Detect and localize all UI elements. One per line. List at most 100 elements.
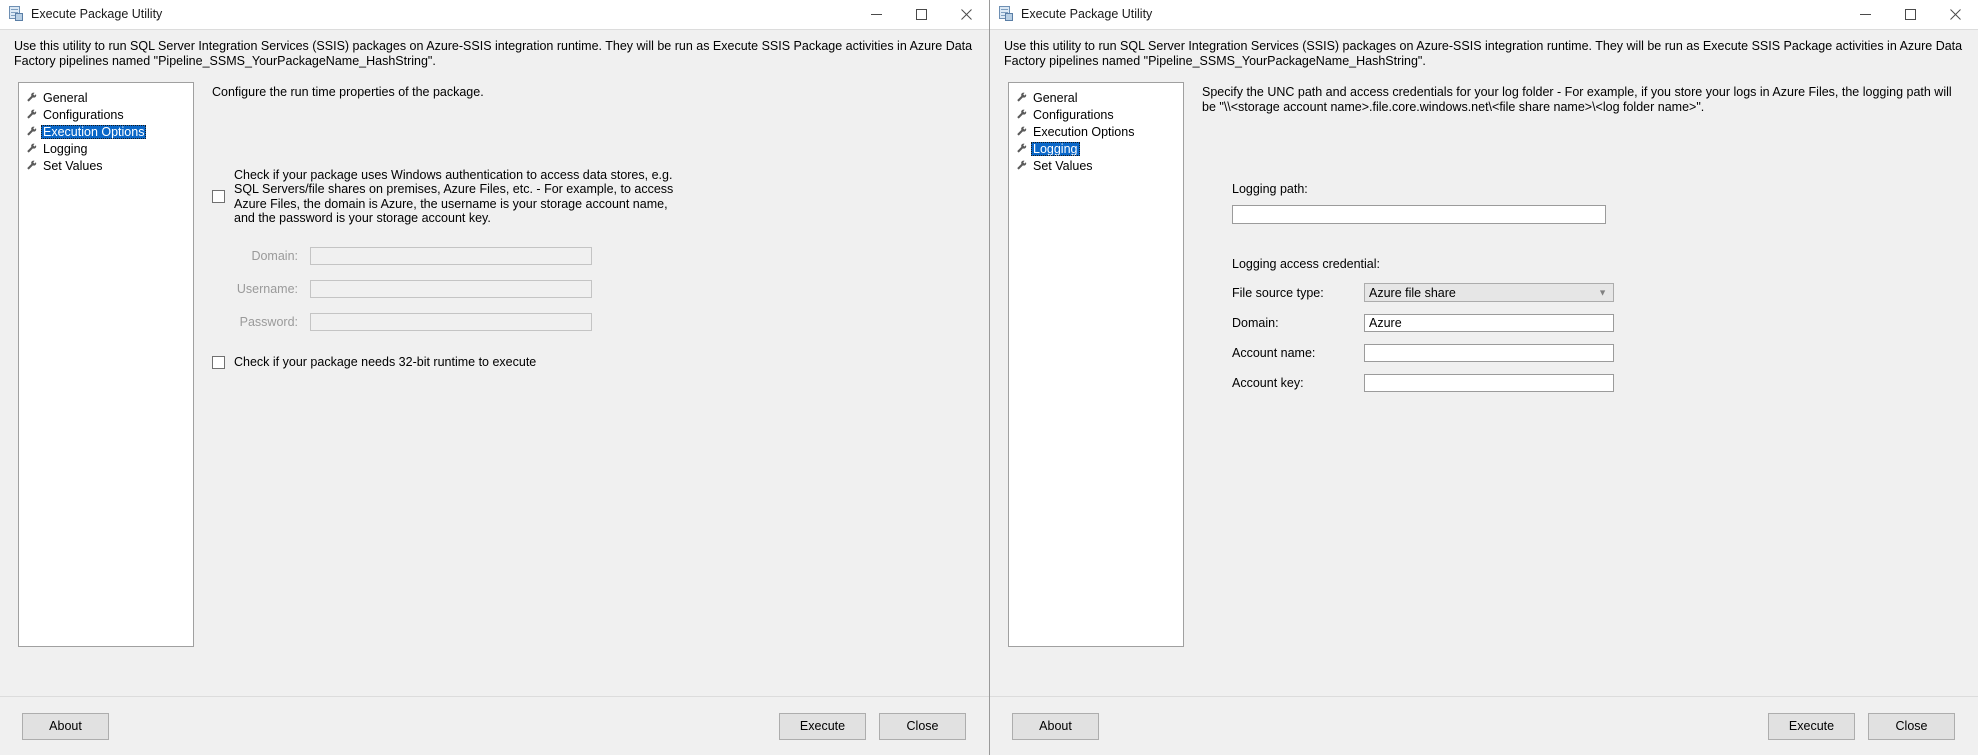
cred-row-account-name: Account name: (1202, 343, 1962, 362)
password-label: Password: (239, 315, 298, 330)
cred-row-domain: Domain: (1202, 313, 1962, 332)
wrench-icon (1015, 108, 1028, 121)
tree-item-logging[interactable]: Logging (19, 140, 193, 157)
account-key-label: Account key: (1232, 375, 1304, 390)
wrench-icon (1015, 91, 1028, 104)
window-execute-package-utility-right: Execute Package Utility Use this utility… (990, 0, 1978, 755)
close-icon[interactable] (1933, 0, 1978, 28)
panes-left: General Configurations Execution Options (18, 82, 989, 647)
tree-item-label: Execution Options (1033, 124, 1135, 139)
tree-item-set-values[interactable]: Set Values (1009, 157, 1183, 174)
domain-input[interactable] (310, 247, 592, 266)
maximize-icon[interactable] (899, 0, 944, 28)
tree-item-label: Set Values (43, 158, 103, 173)
account-name-label: Account name: (1232, 345, 1316, 360)
tree-item-label: Configurations (1033, 107, 1114, 122)
logging-credential-fields: File source type: Azure file share ▼ Dom… (1202, 283, 1962, 392)
footer-right: About Execute Close (990, 696, 1978, 755)
screen: Execute Package Utility Use this utility… (0, 0, 1978, 755)
wrench-icon (1015, 125, 1028, 138)
file-source-type-select[interactable]: Azure file share ▼ (1364, 283, 1614, 302)
wrench-icon (1015, 159, 1028, 172)
domain-input[interactable] (1364, 313, 1614, 332)
field-row-username: Username: (212, 280, 973, 299)
caption-buttons-right (1843, 0, 1978, 28)
window-title: Execute Package Utility (1021, 7, 1153, 21)
account-key-input[interactable] (1364, 373, 1614, 392)
tree-item-general[interactable]: General (19, 89, 193, 106)
window-execute-package-utility-left: Execute Package Utility Use this utility… (0, 0, 990, 755)
domain-label: Domain: (1232, 315, 1279, 330)
wrench-icon (25, 91, 38, 104)
app-package-icon (998, 6, 1014, 22)
minimize-icon[interactable] (1843, 0, 1888, 28)
tree-item-label: General (43, 90, 88, 105)
logging-path-label: Logging path: (1232, 182, 1308, 196)
tree-item-label: Configurations (43, 107, 124, 122)
detail-pane-logging: Specify the UNC path and access credenti… (1184, 82, 1978, 647)
detail-pane-execution-options: Configure the run time properties of the… (194, 82, 989, 647)
panes-right: General Configurations Execution Options (1008, 82, 1978, 647)
runtime-32bit-checkbox[interactable] (212, 355, 225, 369)
tree-item-label: Execution Options (41, 124, 147, 139)
intro-text: Use this utility to run SQL Server Integ… (14, 39, 973, 68)
intro-text: Use this utility to run SQL Server Integ… (1004, 39, 1963, 68)
account-name-input[interactable] (1364, 343, 1614, 362)
logging-path-section: Logging path: (1202, 182, 1962, 224)
maximize-icon[interactable] (1888, 0, 1933, 28)
about-button[interactable]: About (22, 712, 109, 740)
caption-buttons-left (854, 0, 989, 28)
logging-path-input[interactable] (1232, 205, 1606, 224)
username-input[interactable] (310, 280, 592, 299)
cred-row-file-source-type: File source type: Azure file share ▼ (1202, 283, 1962, 302)
password-input[interactable] (310, 313, 592, 332)
close-icon[interactable] (944, 0, 989, 28)
tree-item-label: Logging (43, 141, 88, 156)
wrench-icon (25, 142, 38, 155)
tree-item-configurations[interactable]: Configurations (1009, 106, 1183, 123)
windows-auth-checkbox[interactable] (212, 190, 225, 204)
tree-item-logging[interactable]: Logging (1009, 140, 1183, 157)
close-button[interactable]: Close (879, 712, 966, 740)
execute-button[interactable]: Execute (779, 712, 866, 740)
chevron-down-icon: ▼ (1598, 287, 1607, 297)
execute-button[interactable]: Execute (1768, 712, 1855, 740)
tree-item-general[interactable]: General (1009, 89, 1183, 106)
tree-item-label: Logging (1031, 141, 1080, 156)
username-label: Username: (236, 282, 298, 297)
footer-actions-right: Execute Close (1768, 712, 1955, 740)
detail-heading: Configure the run time properties of the… (212, 85, 484, 99)
file-source-type-label: File source type: (1232, 285, 1324, 300)
footer-actions-left: Execute Close (779, 712, 966, 740)
content-left: Use this utility to run SQL Server Integ… (0, 29, 989, 696)
wrench-icon (25, 125, 38, 138)
titlebar-left: Execute Package Utility (0, 0, 989, 29)
runtime-32bit-row: Check if your package needs 32-bit runti… (212, 355, 973, 369)
tree-item-execution-options[interactable]: Execution Options (1009, 123, 1183, 140)
navigation-tree-left[interactable]: General Configurations Execution Options (18, 82, 194, 647)
minimize-icon[interactable] (854, 0, 899, 28)
windows-auth-description: Check if your package uses Windows authe… (234, 168, 674, 225)
navigation-tree-right[interactable]: General Configurations Execution Options (1008, 82, 1184, 647)
cred-row-account-key: Account key: (1202, 373, 1962, 392)
wrench-icon (25, 159, 38, 172)
credential-fields: Domain: Username: Password: (212, 247, 973, 332)
content-right: Use this utility to run SQL Server Integ… (990, 29, 1978, 696)
runtime-32bit-label: Check if your package needs 32-bit runti… (234, 355, 537, 370)
field-row-domain: Domain: (212, 247, 973, 266)
tree-item-set-values[interactable]: Set Values (19, 157, 193, 174)
tree-item-execution-options[interactable]: Execution Options (19, 123, 193, 140)
tree-item-configurations[interactable]: Configurations (19, 106, 193, 123)
footer-left: About Execute Close (0, 696, 989, 755)
titlebar-right: Execute Package Utility (990, 0, 1978, 29)
field-row-password: Password: (212, 313, 973, 332)
close-button[interactable]: Close (1868, 712, 1955, 740)
logging-credential-label: Logging access credential: (1232, 257, 1381, 271)
about-button[interactable]: About (1012, 712, 1099, 740)
domain-label: Domain: (251, 249, 298, 264)
detail-heading: Specify the UNC path and access credenti… (1202, 85, 1952, 114)
file-source-type-value: Azure file share (1369, 285, 1456, 300)
windows-auth-block: Check if your package uses Windows authe… (212, 168, 973, 225)
app-package-icon (8, 6, 24, 22)
tree-item-label: Set Values (1033, 158, 1093, 173)
